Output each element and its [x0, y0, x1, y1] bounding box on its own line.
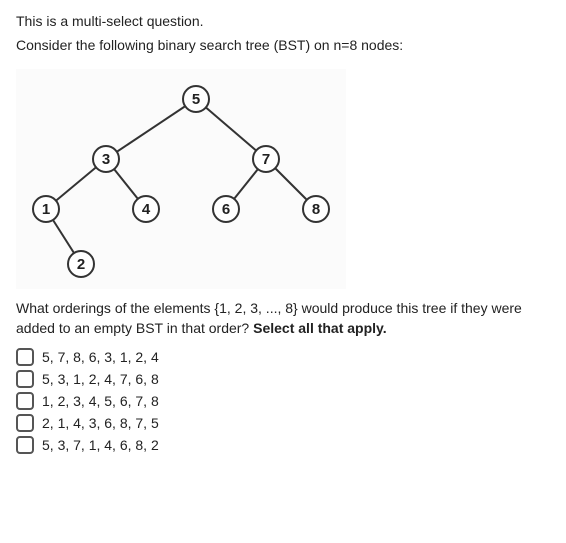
checkbox-icon[interactable] — [16, 348, 34, 366]
checkbox-icon[interactable] — [16, 436, 34, 454]
tree-node-1: 1 — [32, 195, 60, 223]
option-label: 5, 7, 8, 6, 3, 1, 2, 4 — [42, 349, 159, 365]
question-text: What orderings of the elements {1, 2, 3,… — [16, 299, 550, 338]
tree-node-8: 8 — [302, 195, 330, 223]
option-label: 5, 3, 1, 2, 4, 7, 6, 8 — [42, 371, 159, 387]
tree-node-6: 6 — [212, 195, 240, 223]
option-3[interactable]: 1, 2, 3, 4, 5, 6, 7, 8 — [16, 392, 550, 410]
bst-diagram: 5 3 7 1 4 6 8 2 — [16, 69, 346, 289]
question-emphasis: Select all that apply. — [253, 320, 387, 336]
option-2[interactable]: 5, 3, 1, 2, 4, 7, 6, 8 — [16, 370, 550, 388]
intro-line-2: Consider the following binary search tre… — [16, 36, 550, 56]
option-label: 2, 1, 4, 3, 6, 8, 7, 5 — [42, 415, 159, 431]
checkbox-icon[interactable] — [16, 370, 34, 388]
intro-line-1: This is a multi-select question. — [16, 12, 550, 32]
option-1[interactable]: 5, 7, 8, 6, 3, 1, 2, 4 — [16, 348, 550, 366]
checkbox-icon[interactable] — [16, 392, 34, 410]
checkbox-icon[interactable] — [16, 414, 34, 432]
tree-edges — [16, 69, 346, 289]
tree-node-5: 5 — [182, 85, 210, 113]
option-5[interactable]: 5, 3, 7, 1, 4, 6, 8, 2 — [16, 436, 550, 454]
tree-node-4: 4 — [132, 195, 160, 223]
option-label: 5, 3, 7, 1, 4, 6, 8, 2 — [42, 437, 159, 453]
tree-node-3: 3 — [92, 145, 120, 173]
question-intro: This is a multi-select question. Conside… — [16, 12, 550, 55]
tree-node-2: 2 — [67, 250, 95, 278]
tree-node-7: 7 — [252, 145, 280, 173]
option-4[interactable]: 2, 1, 4, 3, 6, 8, 7, 5 — [16, 414, 550, 432]
option-label: 1, 2, 3, 4, 5, 6, 7, 8 — [42, 393, 159, 409]
answer-options: 5, 7, 8, 6, 3, 1, 2, 4 5, 3, 1, 2, 4, 7,… — [16, 348, 550, 454]
